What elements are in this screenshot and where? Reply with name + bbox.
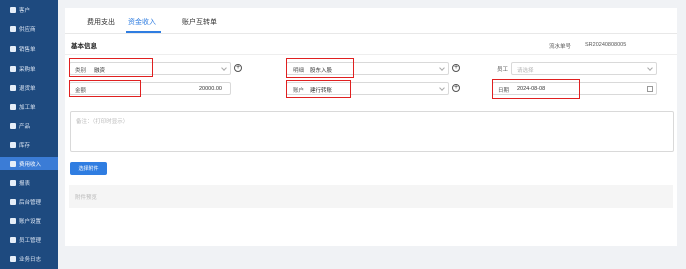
date-label: 日期	[498, 88, 510, 94]
subject-value: 股东入股	[310, 68, 333, 74]
attachment-placeholder: 附件预览	[75, 195, 98, 201]
ledger-icon	[10, 160, 16, 167]
add-category-button[interactable]: +	[234, 64, 242, 72]
category-value: 融资	[94, 68, 106, 74]
gear-icon	[10, 217, 16, 224]
sidebar-item-return-order[interactable]: 退货单	[0, 81, 58, 94]
tab-account-transfer[interactable]: 账户互转单	[182, 17, 217, 27]
log-icon	[10, 255, 16, 262]
remark-textarea[interactable]: 备注：（打印时显示）	[70, 111, 674, 152]
sidebar-item-label: 客户	[19, 7, 31, 14]
admin-icon	[10, 198, 16, 205]
category-label: 类别	[75, 68, 87, 74]
sidebar-item-sales-order[interactable]: 销售单	[0, 42, 58, 55]
amount-label: 金额	[75, 88, 87, 94]
tab-bar: 费用支出 资金收入 账户互转单	[65, 8, 677, 34]
chevron-down-icon	[439, 85, 445, 91]
sidebar-item-product[interactable]: 产品	[0, 119, 58, 132]
chart-icon	[10, 179, 16, 186]
category-select[interactable]: 类别 融资	[69, 62, 231, 75]
sidebar-item-purchase-order[interactable]: 采购单	[0, 62, 58, 75]
sidebar-item-inventory[interactable]: 库存	[0, 138, 58, 151]
sidebar-item-label: 退货单	[19, 85, 36, 92]
subject-label: 明细	[293, 68, 305, 74]
add-subject-button[interactable]: +	[452, 64, 460, 72]
employee-label: 员工	[497, 67, 509, 73]
sidebar-item-processing[interactable]: 加工单	[0, 100, 58, 113]
sidebar-item-label: 销售单	[19, 46, 36, 53]
sidebar-item-account-settings[interactable]: 账户设置	[0, 214, 58, 227]
sidebar-item-business-log[interactable]: 业务日志	[0, 252, 58, 265]
active-tab-indicator	[126, 31, 161, 33]
date-picker[interactable]: 日期 2024-08-08	[492, 82, 657, 95]
chevron-down-icon	[647, 65, 653, 71]
sidebar-item-label: 员工管理	[19, 237, 42, 244]
account-value: 建行转账	[310, 88, 333, 94]
sidebar-item-label: 费用收入	[19, 161, 42, 168]
date-value: 2024-08-08	[517, 86, 546, 92]
chevron-down-icon	[221, 65, 227, 71]
sidebar-item-supplier[interactable]: 供应商	[0, 22, 58, 35]
tab-expense[interactable]: 费用支出	[87, 17, 115, 27]
account-select[interactable]: 账户 建行转账	[286, 82, 449, 95]
customer-icon	[10, 6, 16, 13]
sidebar-item-admin[interactable]: 后台管理	[0, 195, 58, 208]
employee-select[interactable]: 请选择	[511, 62, 657, 75]
sidebar-item-employees[interactable]: 员工管理	[0, 233, 58, 246]
employee-placeholder: 请选择	[517, 68, 534, 74]
tab-fund-income[interactable]: 资金收入	[128, 17, 156, 27]
serial-number-value: SR20240808005	[585, 42, 627, 48]
sidebar-item-label: 采购单	[19, 66, 36, 73]
sidebar-item-label: 加工单	[19, 104, 36, 111]
subject-select[interactable]: 明细 股东入股	[286, 62, 449, 75]
cart-icon	[10, 65, 16, 72]
amount-input[interactable]: 金额 20000.00	[69, 82, 231, 95]
chevron-down-icon	[439, 65, 445, 71]
section-title: 基本信息	[71, 43, 97, 50]
add-account-button[interactable]: +	[452, 84, 460, 92]
sidebar: 客户 供应商 销售单 采购单 退货单 加工单 产品 库存 费用收入 报表 后台管…	[0, 0, 58, 269]
amount-value: 20000.00	[199, 86, 222, 92]
tools-icon	[10, 103, 16, 110]
account-label: 账户	[293, 88, 305, 94]
sidebar-item-label: 供应商	[19, 26, 36, 33]
warehouse-icon	[10, 141, 16, 148]
supplier-icon	[10, 25, 16, 32]
sidebar-item-customer[interactable]: 客户	[0, 3, 58, 16]
sidebar-item-reports[interactable]: 报表	[0, 176, 58, 189]
sidebar-item-label: 后台管理	[19, 199, 42, 206]
employee-icon	[10, 236, 16, 243]
sidebar-item-label: 业务日志	[19, 256, 42, 263]
return-icon	[10, 84, 16, 91]
sidebar-item-label: 库存	[19, 142, 31, 149]
remark-placeholder: 备注：（打印时显示）	[76, 119, 129, 125]
sidebar-item-label: 产品	[19, 123, 31, 130]
sales-order-icon	[10, 45, 16, 52]
sidebar-item-label: 报表	[19, 180, 31, 187]
product-icon	[10, 122, 16, 129]
sidebar-item-label: 账户设置	[19, 218, 42, 225]
calendar-icon	[647, 86, 653, 92]
serial-number-label: 流水单号	[549, 44, 572, 50]
attachment-preview: 附件预览	[69, 185, 673, 208]
form-panel: 基本信息 流水单号 SR20240808005 类别 融资 + 明细 股东入股 …	[65, 34, 677, 246]
choose-attachment-button[interactable]: 选择附件	[70, 162, 107, 175]
sidebar-item-expense-income[interactable]: 费用收入	[0, 157, 58, 170]
divider	[65, 54, 677, 55]
